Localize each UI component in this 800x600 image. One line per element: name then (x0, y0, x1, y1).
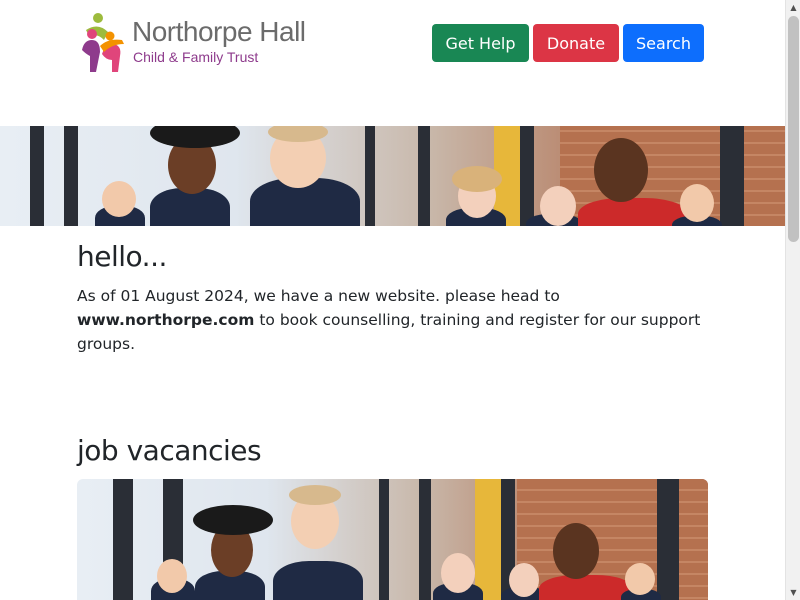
website-notice: As of 01 August 2024, we have a new webs… (77, 284, 717, 356)
scroll-down-arrow-icon[interactable]: ▼ (786, 585, 800, 600)
northorpe-website-link[interactable]: www.northorpe.com (77, 311, 254, 329)
search-button[interactable]: Search (623, 24, 704, 62)
scroll-up-arrow-icon[interactable]: ▲ (786, 0, 800, 15)
vertical-scrollbar[interactable]: ▲ ▼ (785, 0, 800, 600)
family-figures-icon (82, 13, 124, 72)
job-vacancies-image[interactable] (77, 479, 708, 600)
hero-banner-image (0, 126, 785, 226)
hello-heading: hello... (77, 240, 167, 273)
logo-title: Northorpe Hall (132, 16, 306, 47)
get-help-button[interactable]: Get Help (432, 24, 529, 62)
notice-text-before: As of 01 August 2024, we have a new webs… (77, 287, 560, 305)
page: Northorpe Hall Child & Family Trust Get … (0, 0, 785, 600)
logo-subtitle: Child & Family Trust (133, 49, 259, 65)
northorpe-hall-logo[interactable]: Northorpe Hall Child & Family Trust (78, 10, 318, 76)
scrollbar-thumb[interactable] (788, 16, 799, 242)
donate-button[interactable]: Donate (533, 24, 619, 62)
job-vacancies-heading: job vacancies (77, 434, 262, 467)
